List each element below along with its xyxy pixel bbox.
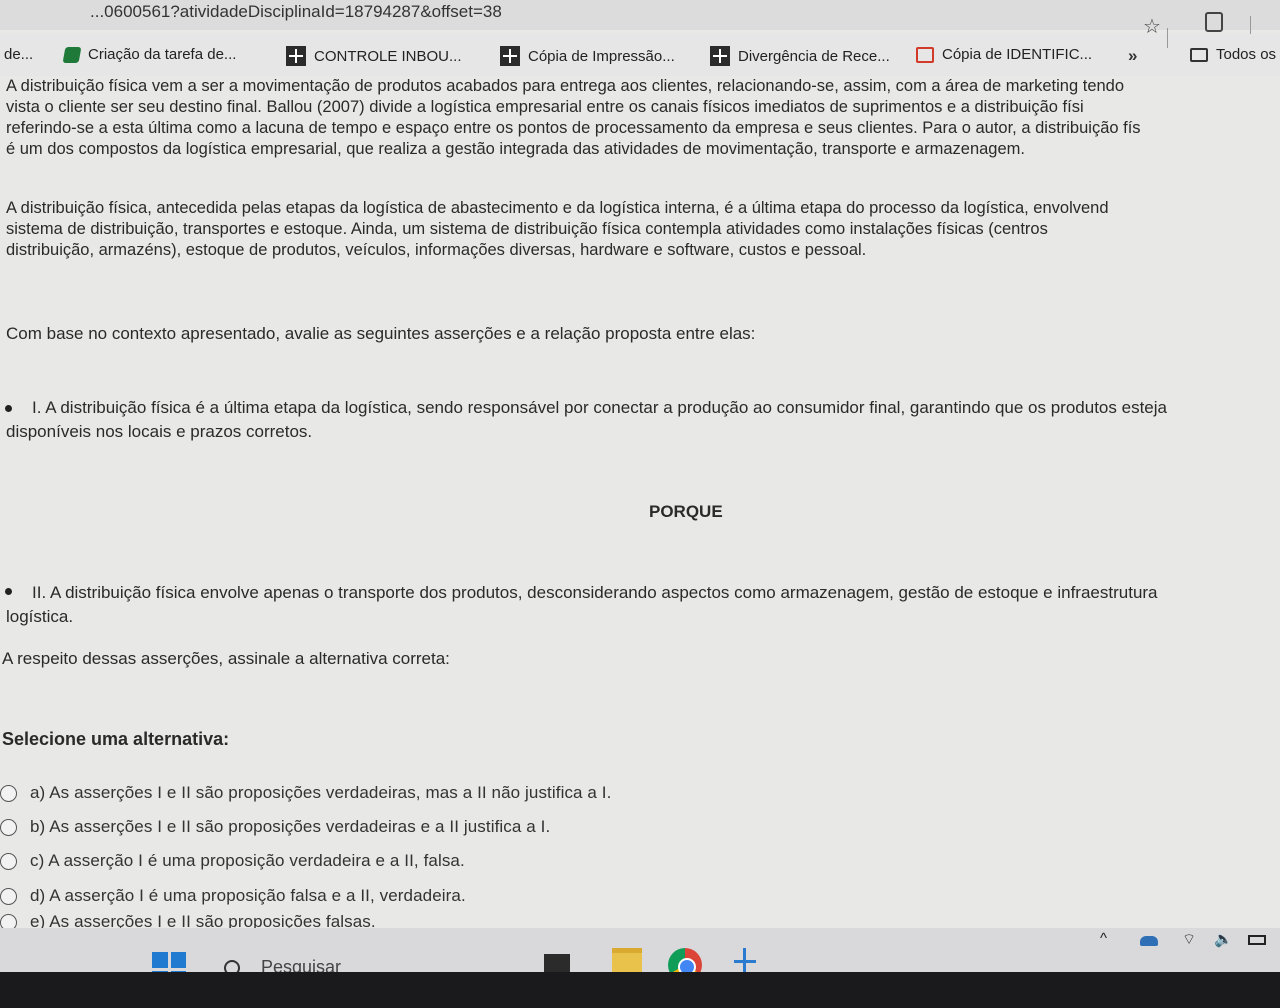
plus-doc-icon — [710, 46, 730, 66]
radio-button[interactable] — [0, 852, 17, 870]
alternatives-title: Selecione uma alternativa: — [2, 729, 230, 749]
text-line: A distribuição física, antecedida pelas … — [6, 199, 1109, 217]
bookmark-label: Criação da tarefa de... — [88, 46, 237, 63]
radio-button[interactable] — [0, 887, 17, 905]
option-label: c) A asserção I é uma proposição verdade… — [30, 851, 465, 870]
folder-icon — [1190, 47, 1208, 62]
bookmark-label: Cópia de IDENTIFIC... — [942, 46, 1093, 63]
text-line: sistema de distribuição, transportes e e… — [6, 220, 1048, 238]
option-label: d) A asserção I é uma proposição falsa e… — [30, 886, 466, 905]
red-doc-icon — [916, 46, 934, 63]
bookmark-item-1[interactable]: Criação da tarefa de... — [62, 46, 237, 63]
text-line: A distribuição física vem a ser a movime… — [6, 77, 1125, 95]
text-line: distribuição, armazéns), estoque de prod… — [6, 241, 867, 259]
option-d[interactable]: d) A asserção I é uma proposição falsa e… — [0, 886, 466, 906]
option-c[interactable]: c) A asserção I é uma proposição verdade… — [0, 851, 465, 871]
bookmark-item-2[interactable]: CONTROLE INBOU... — [286, 46, 462, 66]
url-text[interactable]: ...0600561?atividadeDisciplinaId=1879428… — [90, 2, 502, 22]
bookmarks-divider — [1167, 28, 1168, 48]
radio-button[interactable] — [0, 818, 17, 836]
taskbar: Pesquisar ^ ⌔ 🔈 — [0, 928, 1280, 1008]
extensions-icon[interactable] — [1205, 12, 1223, 32]
battery-icon[interactable] — [1248, 935, 1266, 945]
text-line: II. A distribuição física envolve apenas… — [32, 583, 1158, 602]
address-bar[interactable]: ...0600561?atividadeDisciplinaId=1879428… — [0, 0, 1280, 38]
text-line: I. A distribuição física é a última etap… — [32, 398, 1167, 417]
bookmark-item-0[interactable]: de... — [4, 46, 33, 63]
cloud-icon[interactable] — [1140, 936, 1158, 946]
context-prompt: Com base no contexto apresentado, avalie… — [6, 324, 756, 343]
assertion-2: II. A distribuição física envolve apenas… — [6, 581, 1158, 629]
option-label: b) As asserções I e II são proposições v… — [30, 817, 551, 836]
option-label: e) As asserções I e II são proposições f… — [30, 912, 376, 928]
screen-bottom-edge — [0, 972, 1280, 1008]
paragraph-context-2: A distribuição física, antecedida pelas … — [6, 198, 1109, 261]
bookmark-label: CONTROLE INBOU... — [314, 47, 462, 65]
text-line: vista o cliente ser seu destino final. B… — [6, 98, 1084, 116]
option-a[interactable]: a) As asserções I e II são proposições v… — [0, 783, 611, 803]
radio-button[interactable] — [0, 913, 17, 928]
wifi-icon[interactable]: ⌔ — [1182, 930, 1196, 949]
porque-label: PORQUE — [649, 502, 723, 521]
option-e[interactable]: e) As asserções I e II são proposições f… — [0, 912, 376, 928]
bookmark-label: de... — [4, 46, 34, 63]
option-label: a) As asserções I e II são proposições v… — [30, 783, 612, 802]
text-line: disponíveis nos locais e prazos corretos… — [6, 422, 313, 441]
bookmark-item-5[interactable]: Cópia de IDENTIFIC... — [916, 46, 1092, 63]
radio-button[interactable] — [0, 784, 17, 802]
plus-doc-icon — [500, 46, 520, 66]
bookmark-label: Divergência de Rece... — [738, 47, 890, 65]
instruction-text: A respeito dessas asserções, assinale a … — [2, 649, 450, 668]
bookmark-item-3[interactable]: Cópia de Impressão... — [500, 46, 675, 66]
bookmarks-bar: de... Criação da tarefa de... CONTROLE I… — [0, 28, 1280, 76]
option-b[interactable]: b) As asserções I e II são proposições v… — [0, 817, 550, 837]
text-line: é um dos compostos da logística empresar… — [6, 140, 1025, 158]
speaker-icon[interactable]: 🔈 — [1214, 930, 1233, 948]
text-line: logística. — [6, 607, 74, 626]
all-bookmarks-button[interactable]: Todos os — [1190, 46, 1276, 63]
bookmark-item-4[interactable]: Divergência de Rece... — [710, 46, 890, 66]
question-content: A distribuição física vem a ser a movime… — [0, 76, 1280, 928]
bookmarks-overflow-button[interactable]: » — [1128, 46, 1137, 66]
plus-doc-icon — [286, 46, 306, 66]
tray-overflow-chevron-icon[interactable]: ^ — [1100, 930, 1107, 947]
assertion-1: I. A distribuição física é a última etap… — [6, 396, 1167, 444]
bookmark-label: Cópia de Impressão... — [528, 47, 675, 65]
spreadsheet-icon — [62, 46, 82, 63]
text-line: referindo-se a esta última como a lacuna… — [6, 119, 1141, 137]
paragraph-context-1: A distribuição física vem a ser a movime… — [6, 76, 1141, 160]
all-bookmarks-label: Todos os — [1216, 46, 1277, 63]
toolbar-divider — [1250, 16, 1251, 34]
